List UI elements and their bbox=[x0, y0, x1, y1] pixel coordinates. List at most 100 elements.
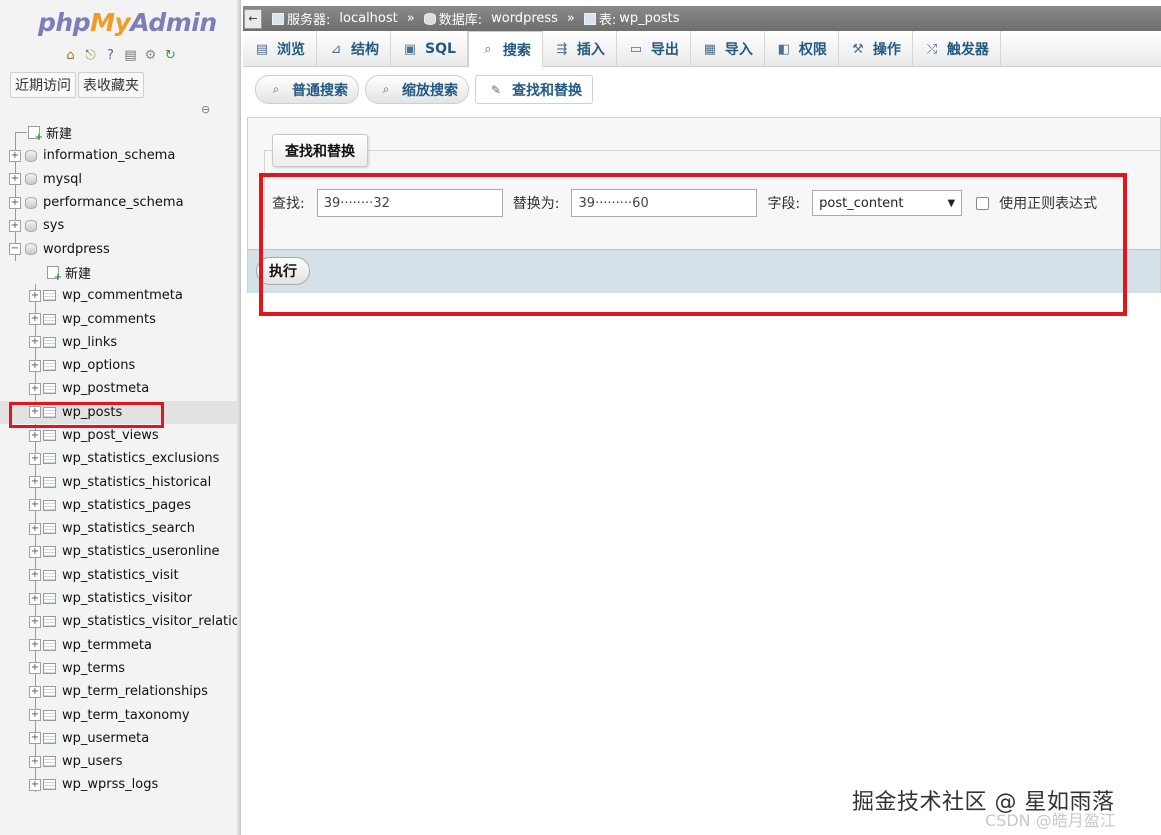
recent-tab[interactable]: 近期访问 bbox=[10, 72, 76, 98]
collapse-icon[interactable]: − bbox=[9, 243, 21, 256]
tree-item-table[interactable]: + wp_usermeta bbox=[0, 727, 240, 750]
tab-export[interactable]: ▭ 导出 bbox=[617, 31, 691, 67]
settings-icon[interactable]: ⚙ bbox=[142, 47, 159, 64]
expand-icon[interactable]: + bbox=[29, 499, 41, 512]
tree-item-new-database[interactable]: 新建 bbox=[0, 121, 240, 146]
expand-icon[interactable]: + bbox=[9, 196, 21, 209]
tree-item-table[interactable]: + wp_wprss_logs bbox=[0, 773, 240, 796]
import-icon: ▦ bbox=[703, 41, 717, 57]
insert-icon: ⇶ bbox=[556, 41, 568, 57]
table-icon bbox=[43, 313, 56, 325]
expand-icon[interactable]: + bbox=[29, 336, 41, 349]
tree-item-label: wp_statistics_search bbox=[62, 521, 196, 537]
database-icon bbox=[25, 219, 37, 232]
tree-item-db-information-schema[interactable]: + information_schema bbox=[0, 144, 240, 167]
tree-item-label: wp_statistics_visit bbox=[62, 567, 179, 583]
table-icon bbox=[43, 499, 56, 511]
expand-icon[interactable]: + bbox=[29, 429, 41, 442]
exit-icon[interactable]: ⎋ bbox=[82, 47, 99, 64]
tree-item-table[interactable]: + wp_options bbox=[0, 354, 240, 377]
tree-item-label: wp_terms bbox=[62, 660, 126, 676]
expand-icon[interactable]: + bbox=[29, 522, 41, 535]
tree-item-label: wp_term_relationships bbox=[62, 684, 208, 700]
expand-icon[interactable]: + bbox=[29, 639, 41, 652]
expand-icon[interactable]: + bbox=[9, 149, 21, 162]
home-icon[interactable]: ⌂ bbox=[62, 47, 79, 64]
tree-item-table[interactable]: + wp_statistics_historical bbox=[0, 470, 240, 493]
sidebar-resizer[interactable] bbox=[237, 0, 240, 835]
tree-item-label: wp_postmeta bbox=[62, 381, 150, 397]
tree-item-table[interactable]: + wp_term_taxonomy bbox=[0, 703, 240, 726]
tab-sql[interactable]: ▣ SQL bbox=[391, 31, 468, 67]
expand-icon[interactable]: + bbox=[29, 778, 41, 791]
tree-item-table[interactable]: + wp_statistics_visitor bbox=[0, 587, 240, 610]
tree-item-table[interactable]: + wp_users bbox=[0, 750, 240, 773]
tab-insert[interactable]: ⇶ 插入 bbox=[543, 31, 617, 67]
tree-item-label: wp_statistics_pages bbox=[62, 497, 192, 513]
breadcrumb-database[interactable]: 数据库: wordpress bbox=[423, 9, 558, 28]
tree-item-table[interactable]: + wp_term_relationships bbox=[0, 680, 240, 703]
tab-triggers[interactable]: ⤭ 触发器 bbox=[913, 31, 1001, 67]
expand-icon[interactable]: + bbox=[29, 709, 41, 722]
subtab-normal-search[interactable]: ⌕ 普通搜索 bbox=[255, 75, 359, 104]
expand-icon[interactable]: + bbox=[29, 545, 41, 558]
tab-structure[interactable]: ⊿ 结构 bbox=[317, 31, 391, 67]
tab-import[interactable]: ▦ 导入 bbox=[691, 31, 765, 67]
docs-icon[interactable]: ▤ bbox=[122, 47, 139, 64]
tree-item-table[interactable]: + wp_statistics_pages bbox=[0, 494, 240, 517]
favorites-tab[interactable]: 表收藏夹 bbox=[78, 72, 144, 98]
expand-icon[interactable]: + bbox=[29, 313, 41, 326]
tab-operations[interactable]: ⚒ 操作 bbox=[839, 31, 913, 67]
expand-icon[interactable]: + bbox=[29, 359, 41, 372]
expand-icon[interactable]: + bbox=[29, 615, 41, 628]
table-icon bbox=[43, 383, 56, 395]
expand-icon[interactable]: + bbox=[29, 569, 41, 582]
tree-item-label: information_schema bbox=[43, 148, 176, 164]
phpmyadmin-logo[interactable]: phpMyAdmin bbox=[38, 8, 217, 37]
expand-icon[interactable]: + bbox=[29, 476, 41, 489]
tree-item-table[interactable]: + wp_statistics_exclusions bbox=[0, 447, 240, 470]
subtab-find-replace[interactable]: ✎ 查找和替换 bbox=[475, 75, 593, 104]
triggers-icon: ⤭ bbox=[926, 41, 938, 57]
expand-icon[interactable]: + bbox=[29, 452, 41, 465]
tree-item-new-table[interactable]: 新建 bbox=[0, 261, 240, 284]
tree-item-label: performance_schema bbox=[43, 195, 184, 211]
tab-browse[interactable]: ▤ 浏览 bbox=[243, 31, 317, 67]
tree-item-table[interactable]: + wp_statistics_search bbox=[0, 517, 240, 540]
reload-icon[interactable]: ↻ bbox=[162, 47, 179, 64]
tab-search[interactable]: ⌕ 搜索 bbox=[467, 31, 543, 67]
link-icon[interactable]: ⊖ bbox=[201, 103, 210, 116]
expand-icon[interactable]: + bbox=[29, 732, 41, 745]
expand-icon[interactable]: + bbox=[29, 592, 41, 605]
tree-item-table[interactable]: + wp_statistics_useronline bbox=[0, 540, 240, 563]
table-icon bbox=[43, 756, 56, 768]
expand-icon[interactable]: + bbox=[29, 685, 41, 698]
breadcrumb-table[interactable]: 表: wp_posts bbox=[583, 9, 680, 28]
tree-item-db-mysql[interactable]: + mysql bbox=[0, 168, 240, 191]
expand-icon[interactable]: + bbox=[29, 662, 41, 675]
tree-item-table[interactable]: + wp_statistics_visit bbox=[0, 564, 240, 587]
database-icon bbox=[25, 173, 37, 186]
table-icon bbox=[43, 430, 56, 441]
expand-icon[interactable]: + bbox=[29, 382, 41, 395]
tree-item-table[interactable]: + wp_links bbox=[0, 331, 240, 354]
tree-item-db-performance-schema[interactable]: + performance_schema bbox=[0, 191, 240, 214]
tree-item-table[interactable]: + wp_terms bbox=[0, 657, 240, 680]
expand-icon[interactable]: + bbox=[29, 755, 41, 768]
expand-icon[interactable]: + bbox=[9, 219, 21, 232]
query-icon[interactable]: ? bbox=[102, 47, 119, 64]
tree-item-table[interactable]: + wp_termmeta bbox=[0, 634, 240, 657]
tree-item-table[interactable]: + wp_statistics_visitor_relationships bbox=[0, 610, 240, 633]
tree-item-label: 新建 bbox=[46, 127, 73, 143]
tab-privileges[interactable]: ◧ 权限 bbox=[765, 31, 839, 67]
tree-item-db-wordpress[interactable]: − wordpress bbox=[0, 237, 240, 260]
expand-icon[interactable]: + bbox=[9, 173, 21, 186]
subtab-zoom-search[interactable]: ⌕ 缩放搜索 bbox=[365, 75, 469, 104]
expand-icon[interactable]: + bbox=[29, 289, 41, 302]
tree-item-table[interactable]: + wp_commentmeta bbox=[0, 284, 240, 307]
tree-item-table[interactable]: + wp_comments bbox=[0, 307, 240, 330]
tree-item-table[interactable]: + wp_postmeta bbox=[0, 377, 240, 400]
back-arrow-icon[interactable]: ← bbox=[244, 8, 262, 29]
breadcrumb-server[interactable]: 服务器: localhost bbox=[272, 9, 398, 28]
tree-item-db-sys[interactable]: + sys bbox=[0, 214, 240, 237]
